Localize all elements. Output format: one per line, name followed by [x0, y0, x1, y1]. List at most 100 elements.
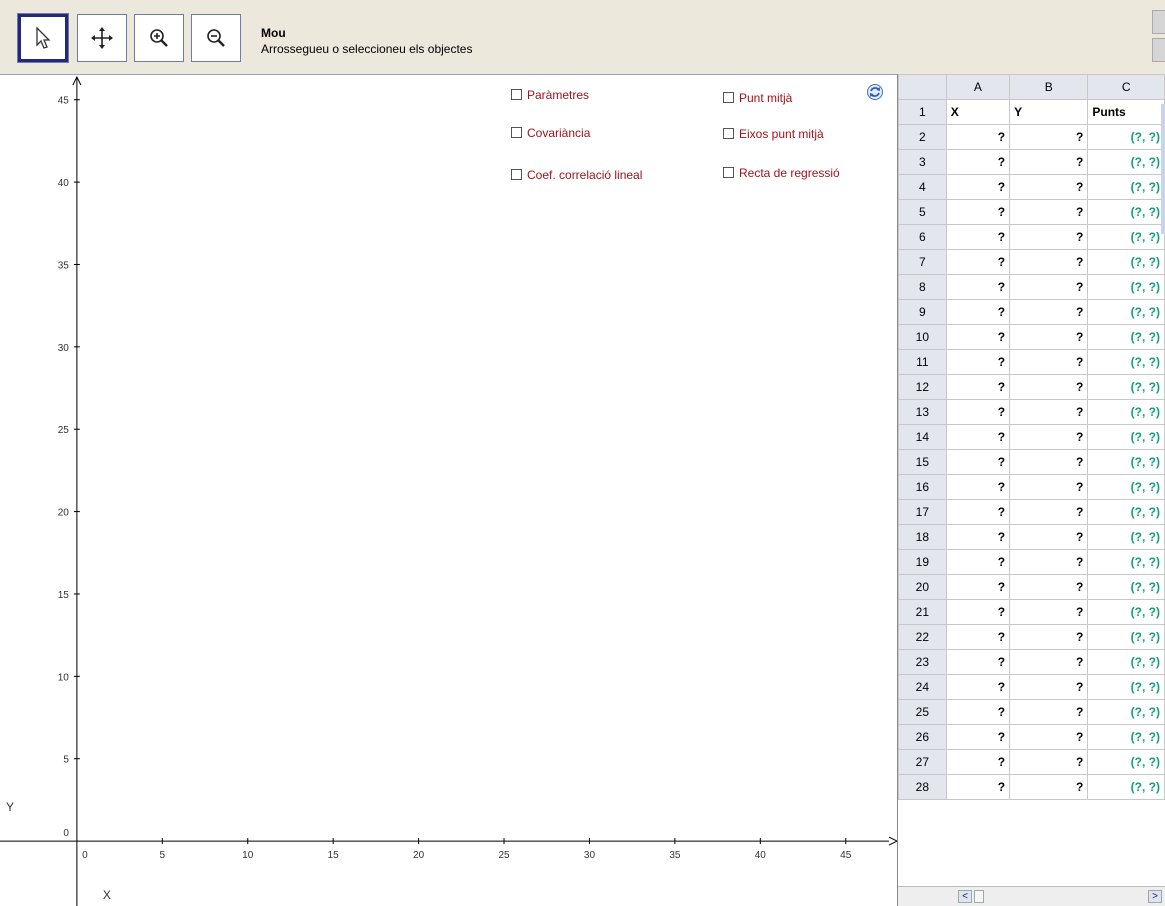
row-header[interactable]: 4 [898, 174, 947, 200]
move-view-tool-button[interactable] [77, 14, 127, 62]
cell[interactable]: ? [1009, 249, 1089, 275]
checkbox-box[interactable] [723, 128, 734, 139]
cell[interactable]: (?, ?) [1087, 649, 1165, 675]
cell[interactable]: ? [1009, 149, 1089, 175]
cell[interactable]: ? [945, 524, 1011, 550]
cell[interactable]: (?, ?) [1087, 574, 1165, 600]
cell[interactable]: (?, ?) [1087, 749, 1165, 775]
cell[interactable]: ? [1009, 474, 1089, 500]
cell[interactable]: ? [1009, 374, 1089, 400]
cell[interactable]: (?, ?) [1087, 549, 1165, 575]
cell[interactable]: ? [1009, 599, 1089, 625]
row-header[interactable]: 21 [898, 599, 947, 625]
cell[interactable]: ? [945, 149, 1011, 175]
cell[interactable]: (?, ?) [1087, 124, 1165, 150]
row-header[interactable]: 1 [898, 99, 947, 125]
cell[interactable]: (?, ?) [1087, 349, 1165, 375]
column-header-c[interactable]: C [1087, 74, 1165, 100]
cell[interactable]: ? [1009, 724, 1089, 750]
cell[interactable]: ? [945, 424, 1011, 450]
cell[interactable]: ? [1009, 699, 1089, 725]
cell[interactable]: ? [1009, 774, 1089, 800]
cell[interactable]: (?, ?) [1087, 624, 1165, 650]
row-header[interactable]: 6 [898, 224, 947, 250]
checkbox-box[interactable] [723, 92, 734, 103]
cell[interactable]: ? [945, 274, 1011, 300]
cell[interactable]: ? [945, 124, 1011, 150]
row-header[interactable]: 20 [898, 574, 947, 600]
checkbox-punt-mitja[interactable]: Punt mitjà [723, 91, 792, 105]
cell[interactable]: ? [945, 374, 1011, 400]
spreadsheet-view[interactable]: A B C 1 X Y Punts 2?? (?, ?) 3?? (?, ?) 4??(… [897, 74, 1165, 906]
cell[interactable]: ? [945, 249, 1011, 275]
cell[interactable]: ? [945, 449, 1011, 475]
move-tool-button[interactable] [17, 13, 69, 63]
redo-button[interactable] [1152, 38, 1165, 62]
graphics-view[interactable]: 0 5 10 15 20 25 30 35 40 45 0 5 10 15 20 25 30 35 40 45 X Y P… [0, 74, 897, 906]
cell[interactable]: ? [945, 499, 1011, 525]
column-header-a[interactable]: A [945, 74, 1011, 100]
cell[interactable]: ? [945, 699, 1011, 725]
cell[interactable]: (?, ?) [1087, 149, 1165, 175]
row-header[interactable]: 19 [898, 549, 947, 575]
row-header[interactable]: 17 [898, 499, 947, 525]
cell[interactable]: ? [945, 199, 1011, 225]
checkbox-box[interactable] [511, 127, 522, 138]
row-header[interactable]: 11 [898, 349, 947, 375]
cell[interactable]: (?, ?) [1087, 724, 1165, 750]
cell[interactable]: (?, ?) [1087, 499, 1165, 525]
row-header[interactable]: 28 [898, 774, 947, 800]
cell[interactable]: Punts [1087, 99, 1165, 125]
cell[interactable]: ? [1009, 424, 1089, 450]
cell[interactable]: (?, ?) [1087, 374, 1165, 400]
cell[interactable]: (?, ?) [1087, 174, 1165, 200]
row-header[interactable]: 10 [898, 324, 947, 350]
cell[interactable]: (?, ?) [1087, 399, 1165, 425]
horizontal-scrollbar[interactable]: < > [898, 886, 1165, 906]
cell[interactable]: (?, ?) [1087, 199, 1165, 225]
row-header[interactable]: 13 [898, 399, 947, 425]
cell[interactable]: (?, ?) [1087, 324, 1165, 350]
cell[interactable]: ? [1009, 349, 1089, 375]
row-header[interactable]: 15 [898, 449, 947, 475]
cell[interactable]: ? [945, 474, 1011, 500]
cell[interactable]: ? [945, 774, 1011, 800]
cell[interactable]: ? [945, 174, 1011, 200]
scroll-right-icon[interactable]: > [1148, 890, 1162, 903]
spreadsheet-table[interactable]: A B C 1 X Y Punts 2?? (?, ?) 3?? (?, ?) 4??(… [898, 74, 1165, 800]
cell[interactable]: (?, ?) [1087, 299, 1165, 325]
cell[interactable]: (?, ?) [1087, 249, 1165, 275]
scroll-left-icon[interactable]: < [958, 890, 972, 903]
cell[interactable]: ? [1009, 324, 1089, 350]
checkbox-covariancia[interactable]: Covariància [511, 126, 590, 140]
cell[interactable]: ? [1009, 224, 1089, 250]
cell[interactable]: ? [1009, 274, 1089, 300]
cell[interactable]: X [945, 99, 1011, 125]
row-header[interactable]: 25 [898, 699, 947, 725]
cell[interactable]: ? [1009, 574, 1089, 600]
row-header[interactable]: 8 [898, 274, 947, 300]
checkbox-box[interactable] [511, 169, 522, 180]
cell[interactable]: ? [945, 324, 1011, 350]
row-header[interactable]: 2 [898, 124, 947, 150]
row-header[interactable]: 16 [898, 474, 947, 500]
cell[interactable]: ? [1009, 624, 1089, 650]
checkbox-box[interactable] [723, 167, 734, 178]
row-header[interactable]: 24 [898, 674, 947, 700]
cell[interactable]: ? [1009, 449, 1089, 475]
cell[interactable]: ? [945, 399, 1011, 425]
cell[interactable]: ? [1009, 199, 1089, 225]
cell[interactable]: ? [1009, 299, 1089, 325]
cell[interactable]: Y [1009, 99, 1089, 125]
checkbox-box[interactable] [511, 89, 522, 100]
cell[interactable]: (?, ?) [1087, 474, 1165, 500]
row-header[interactable]: 26 [898, 724, 947, 750]
cell[interactable]: ? [945, 624, 1011, 650]
checkbox-parametres[interactable]: Paràmetres [511, 88, 589, 102]
cell[interactable]: ? [945, 649, 1011, 675]
cell[interactable]: ? [945, 349, 1011, 375]
cell[interactable]: (?, ?) [1087, 699, 1165, 725]
vertical-scrollbar[interactable] [1161, 104, 1165, 234]
coordinate-plot[interactable]: 0 5 10 15 20 25 30 35 40 45 0 5 10 15 20 25 30 35 40 45 X Y [0, 75, 897, 906]
cell[interactable]: ? [1009, 399, 1089, 425]
